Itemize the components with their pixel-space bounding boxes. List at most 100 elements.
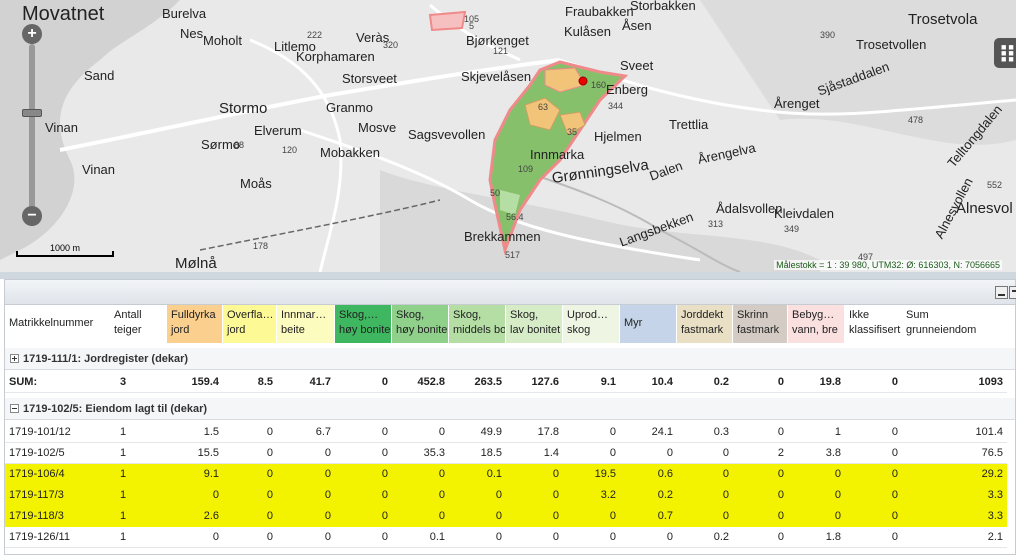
zoom-slider-handle[interactable] bbox=[22, 109, 42, 117]
place-label: Svеet bbox=[620, 58, 654, 73]
expand-icon[interactable] bbox=[10, 354, 19, 363]
column-header[interactable]: Ikke klassifisert bbox=[845, 305, 902, 343]
map-view[interactable]: Movatnet Burelva Nes Moholt Litlemo Korphama… bbox=[0, 0, 1016, 272]
elevation-label: 121 bbox=[493, 46, 509, 56]
group-row-jordregister[interactable]: 1719-111/1: Jordregister (dekar) bbox=[5, 348, 1015, 370]
zoom-out-button[interactable]: − bbox=[22, 206, 42, 226]
panel-splitter[interactable] bbox=[0, 272, 1016, 279]
table-cell: 1 bbox=[120, 531, 127, 543]
column-header[interactable]: Uprod… skog bbox=[563, 305, 620, 343]
place-label: Vinan bbox=[45, 120, 79, 135]
zoom-control[interactable]: + − bbox=[22, 24, 42, 226]
elevation-label: 63 bbox=[538, 102, 549, 112]
table-cell: 0 bbox=[891, 447, 898, 459]
place-label: Granmo bbox=[326, 100, 373, 115]
place-label: Åsen bbox=[622, 18, 652, 33]
elevation-label: 88 bbox=[234, 140, 245, 150]
table-row[interactable]: 1719-118/3 1 2.6 0 0 0 0 0 0 0 0.7 0 0 0 0 3.3 bbox=[5, 506, 1007, 527]
column-header[interactable]: Antall teiger bbox=[110, 305, 167, 343]
table-cell: 76.5 bbox=[981, 447, 1003, 459]
table-cell: 127.6 bbox=[531, 376, 559, 388]
table-cell: 1 bbox=[120, 468, 127, 480]
table-cell: 0 bbox=[722, 510, 729, 522]
column-header[interactable]: Myr bbox=[620, 305, 677, 343]
place-label: Mobakken bbox=[320, 145, 380, 160]
table-cell: 0 bbox=[777, 531, 784, 543]
panel-header bbox=[5, 280, 1016, 305]
cell-matrikkel: SUM: bbox=[9, 376, 38, 388]
table-cell: 0 bbox=[381, 426, 388, 438]
column-header[interactable]: Overfla… jord bbox=[223, 305, 277, 343]
column-header[interactable]: Bebyg… vann, bre bbox=[788, 305, 845, 343]
table-row[interactable]: 1719-126/11 1 0 0 0 0 0.1 0 0 0 0 0.2 0 1.8 0 2.1 bbox=[5, 527, 1007, 548]
column-header[interactable]: Skog, høy bonite bbox=[392, 305, 449, 343]
table-cell: 0 bbox=[381, 531, 388, 543]
table-cell: 3.8 bbox=[825, 447, 841, 459]
place-label: Ådalsvollen bbox=[716, 201, 783, 216]
elevation-label: 56.4 bbox=[506, 212, 524, 222]
column-header[interactable]: Skog,… høy bonite bbox=[335, 305, 392, 343]
place-label: Mosve bbox=[358, 120, 397, 135]
table-cell: 452.8 bbox=[417, 376, 445, 388]
cell-matrikkel: 1719-118/3 bbox=[9, 510, 64, 522]
column-header[interactable]: Jorddekt fastmark bbox=[677, 305, 733, 343]
table-cell: 0 bbox=[777, 468, 784, 480]
collapse-icon[interactable] bbox=[10, 404, 19, 413]
column-header[interactable]: Fulldyrka jord bbox=[167, 305, 223, 343]
group-label: 1719-102/5: Eiendom lagt til (dekar) bbox=[23, 403, 208, 415]
elevation-label: 5 bbox=[469, 21, 475, 31]
cell-matrikkel: 1719-117/3 bbox=[9, 489, 64, 501]
table-row[interactable]: 1719-101/12 1 1.5 0 6.7 0 0 49.9 17.8 0 24.1 0.3 0 1 0… bbox=[5, 422, 1007, 443]
table-cell: 0 bbox=[212, 489, 219, 501]
table-cell: 3.3 bbox=[987, 510, 1003, 522]
cell-matrikkel: 1719-102/5 bbox=[9, 447, 65, 459]
column-header[interactable]: Skog, lav bonitet bbox=[506, 305, 563, 343]
table-cell: 0 bbox=[777, 510, 784, 522]
table-cell: 0 bbox=[777, 376, 784, 388]
table-cell: 3 bbox=[120, 376, 127, 388]
table-cell: 0.2 bbox=[713, 376, 729, 388]
scale-bar: 1000 m bbox=[16, 241, 116, 257]
zoom-in-button[interactable]: + bbox=[22, 24, 42, 44]
table-cell: 0 bbox=[495, 510, 502, 522]
group-label: 1719-111/1: Jordregister (dekar) bbox=[23, 353, 189, 365]
column-header[interactable]: Innmar… beite bbox=[277, 305, 335, 343]
layers-menu-button[interactable]: ■■ ■■ ■■ bbox=[994, 38, 1016, 68]
table-cell: 0 bbox=[609, 510, 616, 522]
minimize-button[interactable] bbox=[995, 286, 1008, 299]
table-row[interactable]: 1719-117/3 1 0 0 0 0 0 0 0 3.2 0.2 0 0 0 0 3.3 bbox=[5, 485, 1007, 506]
column-header[interactable]: Skog, middels bo bbox=[449, 305, 506, 343]
place-label: Sagsvevollen bbox=[408, 127, 486, 142]
menu-dots-icon: ■■ ■■ ■■ bbox=[1001, 42, 1016, 64]
table-cell: 0 bbox=[381, 376, 388, 388]
table-cell: 1093 bbox=[978, 376, 1003, 388]
table-cell: 0 bbox=[834, 489, 841, 501]
table-row[interactable]: 1719-106/4 1 9.1 0 0 0 0 0.1 0 19.5 0.6 0 0 0 0 29.2 bbox=[5, 464, 1007, 485]
column-header[interactable]: Skrinn fastmark bbox=[733, 305, 788, 343]
column-header[interactable]: Sum grunneiendom bbox=[902, 305, 1007, 343]
maximize-button[interactable] bbox=[1009, 286, 1016, 299]
zoom-track[interactable] bbox=[29, 44, 35, 214]
elevation-label: 178 bbox=[253, 241, 269, 251]
table-cell: 18.5 bbox=[480, 447, 502, 459]
place-label: Brekkammen bbox=[464, 229, 541, 244]
elevation-label: 344 bbox=[608, 101, 624, 111]
table-row[interactable]: 1719-102/5 1 15.5 0 0 0 35.3 18.5 1.4 0 0 0 2 3.8 0 76.… bbox=[5, 443, 1007, 464]
table-cell: 0 bbox=[609, 447, 616, 459]
table-cell: 0 bbox=[552, 489, 559, 501]
table-cell: 0 bbox=[552, 531, 559, 543]
table-cell: 3.3 bbox=[987, 489, 1003, 501]
table-cell: 0 bbox=[324, 489, 331, 501]
table-cell: 0 bbox=[266, 510, 273, 522]
table-cell: 0 bbox=[381, 447, 388, 459]
elevation-label: 517 bbox=[505, 250, 521, 260]
table-cell: 19.8 bbox=[819, 376, 841, 388]
table-cell: 0 bbox=[324, 447, 331, 459]
table-cell: 3.2 bbox=[600, 489, 616, 501]
elevation-label: 552 bbox=[987, 180, 1003, 190]
place-label: Stormo bbox=[219, 100, 268, 117]
elevation-label: 35 bbox=[567, 127, 578, 137]
table-cell: 0 bbox=[266, 489, 273, 501]
group-row-eiendom[interactable]: 1719-102/5: Eiendom lagt til (dekar) bbox=[5, 398, 1015, 420]
column-header[interactable]: Matrikkelnummer bbox=[5, 305, 110, 343]
